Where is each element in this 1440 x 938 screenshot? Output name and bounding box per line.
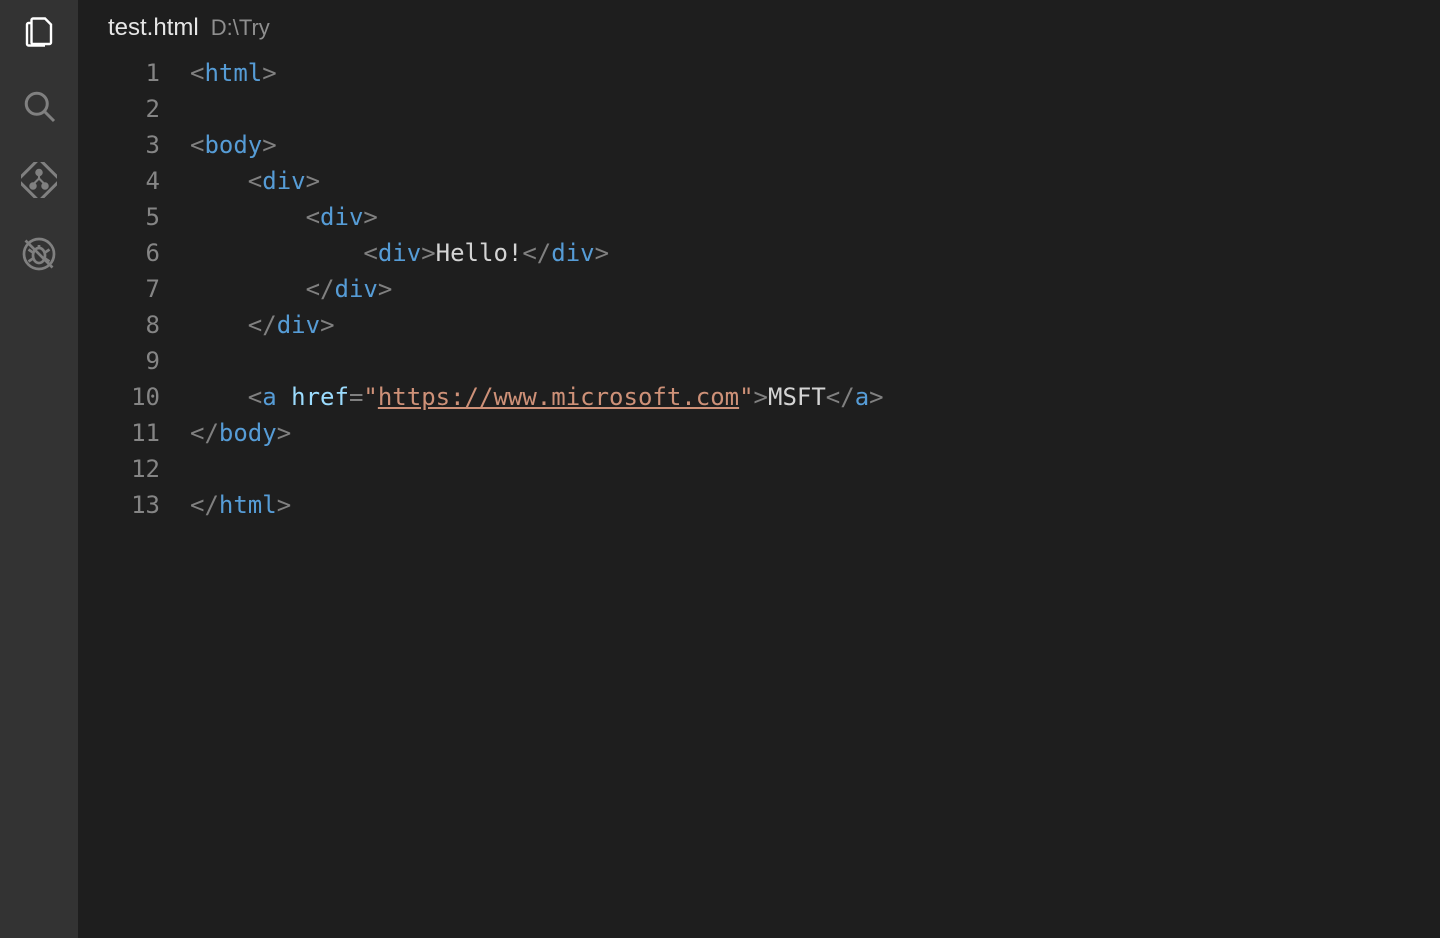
tab-filepath: D:\Try [211,15,270,41]
code-line[interactable]: </div> [190,271,1440,307]
code-line[interactable]: </body> [190,415,1440,451]
code-line[interactable]: <a href="https://www.microsoft.com">MSFT… [190,379,1440,415]
code-area[interactable]: 12345678910111213 <html> <body> <div> <d… [78,55,1440,938]
explorer-icon[interactable] [21,14,57,50]
source-control-icon[interactable] [21,162,57,198]
code-line[interactable]: <div>Hello!</div> [190,235,1440,271]
line-number-gutter: 12345678910111213 [78,55,190,938]
code-line[interactable]: <body> [190,127,1440,163]
code-line[interactable] [190,343,1440,379]
code-line[interactable] [190,451,1440,487]
code-line[interactable]: <html> [190,55,1440,91]
line-number: 3 [78,127,160,163]
line-number: 13 [78,487,160,523]
line-number: 4 [78,163,160,199]
line-number: 10 [78,379,160,415]
code-line[interactable]: <div> [190,199,1440,235]
app-root: test.html D:\Try 12345678910111213 <html… [0,0,1440,938]
line-number: 1 [78,55,160,91]
code-content[interactable]: <html> <body> <div> <div> <div>Hello!</d… [190,55,1440,938]
line-number: 9 [78,343,160,379]
line-number: 7 [78,271,160,307]
line-number: 11 [78,415,160,451]
editor-tab[interactable]: test.html D:\Try [78,0,1440,55]
debug-icon[interactable] [21,236,57,272]
line-number: 12 [78,451,160,487]
line-number: 8 [78,307,160,343]
code-line[interactable]: </html> [190,487,1440,523]
line-number: 2 [78,91,160,127]
activity-bar [0,0,78,938]
tab-filename: test.html [108,14,199,42]
code-line[interactable] [190,91,1440,127]
editor-pane: test.html D:\Try 12345678910111213 <html… [78,0,1440,938]
code-line[interactable]: <div> [190,163,1440,199]
code-line[interactable]: </div> [190,307,1440,343]
line-number: 6 [78,235,160,271]
line-number: 5 [78,199,160,235]
search-icon[interactable] [21,88,57,124]
